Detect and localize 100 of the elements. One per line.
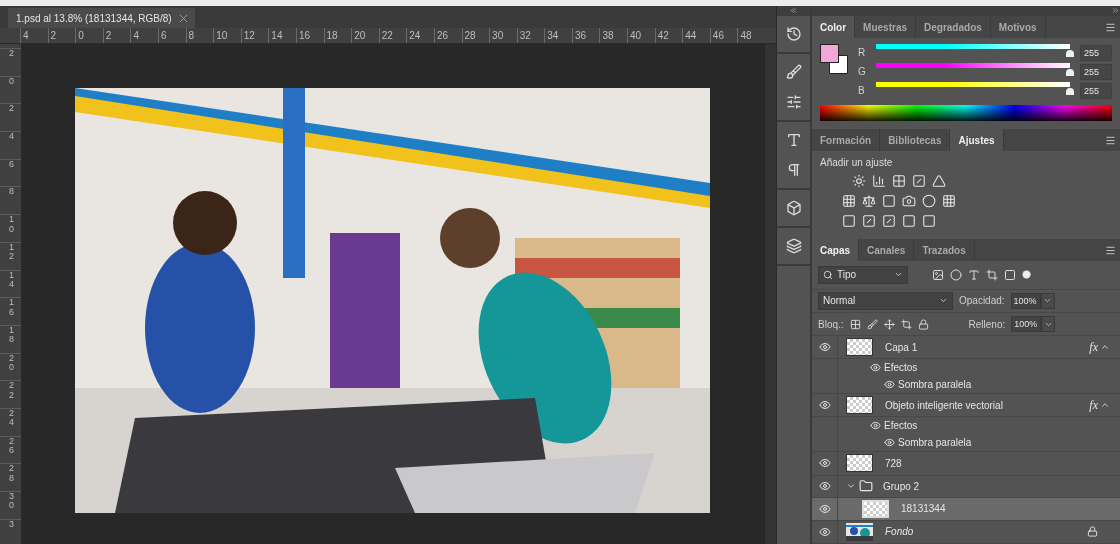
- sliders-icon[interactable]: [785, 94, 802, 110]
- adjustment-filter-icon[interactable]: [950, 268, 962, 281]
- fill-label: Relleno:: [968, 318, 1006, 330]
- lock-label: Bloq.:: [818, 318, 844, 330]
- shape-filter-icon[interactable]: [986, 268, 998, 281]
- foreground-color-swatch[interactable]: [820, 44, 839, 63]
- adjustment-icon[interactable]: [842, 194, 856, 208]
- opacity-field[interactable]: 100%: [1010, 292, 1041, 309]
- type-filter-icon[interactable]: [968, 268, 980, 281]
- ruler-number: 28: [461, 28, 490, 43]
- adjustment-icon[interactable]: [862, 214, 876, 228]
- layer-row[interactable]: Capa 1 fx: [812, 336, 1120, 360]
- color-spectrum[interactable]: [820, 105, 1112, 121]
- channel-label: B: [858, 85, 866, 96]
- ruler-number: 22: [378, 28, 407, 43]
- ruler-number: 18: [9, 325, 15, 345]
- ruler-number: 2: [9, 104, 15, 114]
- visibility-icon[interactable]: [870, 420, 881, 432]
- layer-row[interactable]: Grupo 2: [812, 475, 1120, 498]
- visibility-icon[interactable]: [818, 457, 831, 470]
- adjustment-icon[interactable]: [862, 194, 876, 208]
- lock-all-icon[interactable]: [917, 318, 929, 330]
- ruler-number: 34: [544, 28, 572, 43]
- ruler-number: 6: [157, 28, 186, 43]
- layer-name: 18131344: [901, 503, 946, 515]
- ruler-number: 42: [654, 28, 683, 43]
- image-filter-icon[interactable]: [932, 268, 944, 281]
- adjustment-icon[interactable]: [902, 194, 916, 208]
- panel-heading: Añadir un ajuste: [820, 157, 894, 168]
- effects-label: fx: [1089, 339, 1098, 355]
- adjustment-icon[interactable]: [882, 194, 896, 208]
- slider-thumb[interactable]: [1066, 69, 1074, 76]
- visibility-icon[interactable]: [870, 362, 881, 374]
- adjustment-icon[interactable]: [852, 174, 866, 188]
- panel-tab[interactable]: Ajustes: [950, 129, 1004, 151]
- ruler-number: 12: [9, 242, 15, 262]
- blend-mode-dropdown[interactable]: Normal: [818, 291, 953, 310]
- layer-thumbnail: [846, 396, 873, 415]
- ruler-number: 44: [682, 28, 710, 43]
- ruler-number: 4: [20, 28, 48, 43]
- close-icon[interactable]: [179, 14, 187, 22]
- visibility-icon[interactable]: [884, 379, 895, 391]
- adjustment-icon[interactable]: [902, 214, 916, 228]
- visibility-icon[interactable]: [884, 437, 895, 449]
- visibility-icon[interactable]: [818, 502, 831, 515]
- ruler-number: 0: [75, 28, 103, 43]
- menu-icon[interactable]: [1105, 21, 1116, 33]
- layer-row[interactable]: 18131344: [812, 497, 1120, 521]
- ruler-number: 40: [627, 28, 655, 43]
- document-tab[interactable]: 1.psd al 13.8% (18131344, RGB/8): [8, 8, 195, 28]
- ruler-number: 14: [9, 270, 15, 290]
- adjustment-icon[interactable]: [922, 194, 936, 208]
- adjustment-icon[interactable]: [842, 214, 856, 228]
- adjustment-icon[interactable]: [892, 174, 906, 188]
- menu-icon[interactable]: [1105, 244, 1116, 256]
- adjustment-icon[interactable]: [922, 214, 936, 228]
- layer-name: 728: [885, 457, 902, 469]
- lock-pixels-icon[interactable]: [849, 318, 861, 330]
- ruler-number: 24: [406, 28, 434, 43]
- adjustment-icon[interactable]: [882, 214, 896, 228]
- value-field[interactable]: 255: [1080, 82, 1112, 99]
- effect-name: Sombra paralela: [898, 379, 972, 391]
- adjustment-icon[interactable]: [942, 194, 956, 208]
- lock-position-icon[interactable]: [883, 318, 895, 330]
- ruler-number: 12: [240, 28, 269, 43]
- history-icon[interactable]: [785, 26, 802, 42]
- filter-toggle-icon[interactable]: [1022, 270, 1031, 280]
- ruler-number: 36: [571, 28, 600, 43]
- visibility-icon[interactable]: [818, 399, 831, 412]
- smart-object-filter-icon[interactable]: [1004, 268, 1016, 281]
- menu-icon[interactable]: [1105, 134, 1116, 146]
- filter-dropdown[interactable]: Tipo: [818, 265, 908, 284]
- slider-thumb[interactable]: [1066, 88, 1074, 95]
- value-field[interactable]: 255: [1080, 63, 1112, 80]
- visibility-icon[interactable]: [818, 480, 831, 493]
- lock-artboard-icon[interactable]: [900, 318, 912, 330]
- adjustment-icon[interactable]: [932, 174, 946, 188]
- slider-thumb[interactable]: [1066, 50, 1074, 57]
- value-field[interactable]: 255: [1080, 44, 1112, 61]
- layer-row[interactable]: Fondo: [812, 520, 1120, 544]
- layer-row[interactable]: 728: [812, 452, 1120, 476]
- layer-row[interactable]: Objeto inteligente vectorial fx: [812, 394, 1120, 418]
- collapse-icon[interactable]: [1111, 6, 1120, 15]
- scrollbar[interactable]: [765, 44, 776, 544]
- visibility-icon[interactable]: [818, 525, 831, 538]
- ruler-number: 6: [9, 159, 15, 170]
- adjustment-icon[interactable]: [872, 174, 886, 188]
- panel-tab[interactable]: Color: [812, 16, 856, 38]
- panel-tab[interactable]: Capas: [812, 239, 859, 261]
- adjustment-icon[interactable]: [912, 174, 926, 188]
- visibility-icon[interactable]: [818, 341, 831, 354]
- cube-icon[interactable]: [785, 200, 802, 216]
- channel-label: R: [858, 47, 866, 58]
- lock-paint-icon[interactable]: [866, 318, 878, 330]
- character-icon[interactable]: [785, 132, 802, 148]
- ruler-number: 24: [9, 408, 15, 428]
- fill-field[interactable]: 100%: [1011, 316, 1042, 333]
- brush-icon[interactable]: [785, 64, 802, 80]
- layer-thumbnail: [846, 454, 873, 473]
- layer-comps-icon[interactable]: [785, 238, 802, 254]
